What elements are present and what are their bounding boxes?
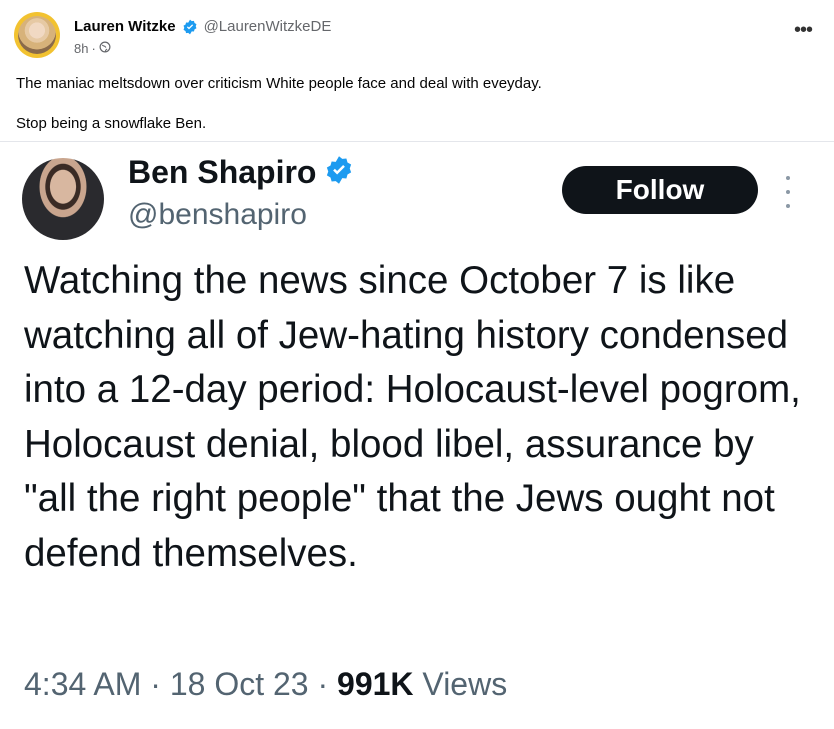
meta-dot: · — [141, 666, 170, 702]
more-dots-icon[interactable]: ••• — [790, 19, 816, 41]
meta-separator: · — [91, 41, 96, 56]
meta-dot: · — [308, 666, 338, 702]
caption-line-2: Stop being a snowflake Ben. — [16, 115, 207, 132]
views-label: Views — [422, 666, 508, 702]
verified-badge-icon — [182, 19, 198, 35]
vertical-more-icon — [782, 176, 794, 208]
tweet-author-avatar — [22, 158, 104, 240]
avatar-photo — [18, 16, 56, 54]
post-header: Lauren Witzke @LaurenWitzkeDE 8h · ••• — [14, 10, 834, 62]
globe-icon[interactable] — [99, 41, 111, 56]
tweet-screenshot[interactable]: Ben Shapiro @benshapiro Follow Watching … — [0, 141, 834, 729]
tweet-author-handle: @benshapiro — [128, 198, 307, 231]
follow-button: Follow — [562, 166, 758, 214]
author-handle[interactable]: @LaurenWitzkeDE — [204, 18, 332, 35]
caption-line-1: The maniac meltsdown over criticism Whit… — [16, 75, 542, 92]
post-time[interactable]: 8h — [74, 41, 88, 56]
tweet-time: 4:34 AM — [24, 666, 142, 702]
tweet-name-line: Ben Shapiro — [128, 154, 354, 191]
author-name[interactable]: Lauren Witzke — [74, 18, 176, 35]
tweet-text: Watching the news since October 7 is lik… — [24, 259, 801, 575]
tweet-date: 18 Oct 23 — [169, 666, 309, 702]
verified-badge-icon — [324, 155, 354, 190]
tweet-meta: 4:34 AM · 18 Oct 23 · 991K Views — [24, 666, 507, 703]
post-caption: The maniac meltsdown over criticism Whit… — [16, 74, 542, 134]
views-count: 991K — [337, 666, 414, 702]
post-meta: 8h · — [74, 41, 111, 56]
facebook-post: Lauren Witzke @LaurenWitzkeDE 8h · ••• T… — [0, 0, 834, 729]
author-avatar[interactable] — [14, 12, 60, 58]
tweet-author-name: Ben Shapiro — [128, 154, 317, 190]
author-line: Lauren Witzke @LaurenWitzkeDE — [74, 18, 331, 35]
